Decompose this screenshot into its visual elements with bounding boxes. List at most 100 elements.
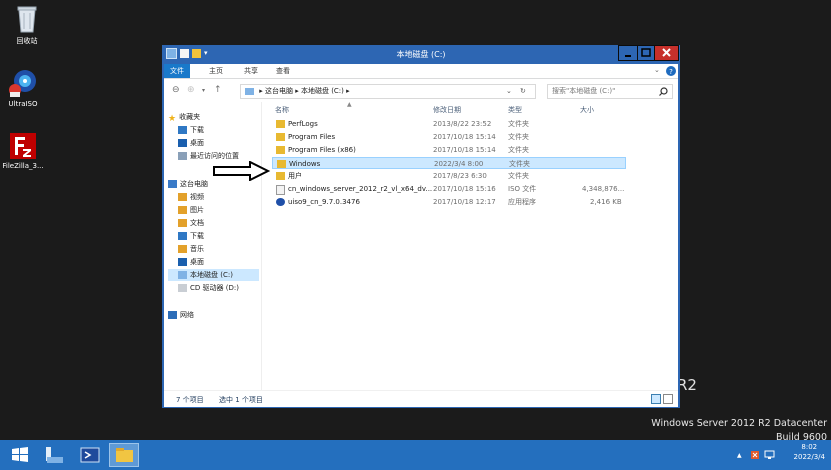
- recent-places-icon: [178, 152, 187, 160]
- taskbar-server-manager[interactable]: [38, 443, 68, 467]
- file-date: 2017/10/18 15:14: [433, 133, 496, 141]
- drive-icon: [178, 271, 187, 279]
- nav-downloads[interactable]: 下载: [178, 124, 204, 136]
- expand-ribbon-icon[interactable]: ⌄: [654, 66, 660, 74]
- file-name: Program Files: [288, 133, 336, 141]
- file-date: 2017/8/23 6:30: [433, 172, 487, 180]
- filezilla-icon: [10, 133, 36, 159]
- tab-home[interactable]: 主页: [209, 66, 223, 76]
- address-bar[interactable]: ▸ 这台电脑 ▸ 本地磁盘 (C:) ▸ ⌄ ↻: [240, 84, 536, 99]
- star-icon: ★: [168, 114, 177, 124]
- desktop-icon-label: 回收站: [16, 37, 38, 45]
- taskbar-powershell[interactable]: [75, 443, 105, 467]
- file-name: PerfLogs: [288, 120, 318, 128]
- folder-icon: [276, 133, 285, 141]
- breadcrumb-this-pc[interactable]: 这台电脑: [265, 87, 293, 95]
- disc-icon: [9, 70, 36, 97]
- nav-pictures[interactable]: 图片: [178, 204, 204, 216]
- tray-flag-icon[interactable]: [750, 450, 760, 460]
- explorer-window[interactable]: ▾ 本地磁盘 (C:) 文件 主页 共享 查看 ⌄ ? ⊖ ⊕ ▾ ↑ ▸ 这台…: [162, 45, 680, 408]
- desktop-icon-label: FileZilla_3...: [2, 162, 44, 170]
- downloads-icon: [178, 126, 187, 134]
- desktop-icon-recycle-bin[interactable]: 回收站: [0, 4, 54, 46]
- recycle-bin-icon: [17, 6, 37, 33]
- tray-overflow-icon[interactable]: ▲: [737, 452, 742, 459]
- title-bar[interactable]: ▾ 本地磁盘 (C:): [162, 45, 680, 64]
- back-icon[interactable]: ⊖: [172, 85, 180, 95]
- taskbar-clock[interactable]: 8:02 2022/3/4: [794, 442, 825, 462]
- tab-share[interactable]: 共享: [244, 66, 258, 76]
- powershell-icon: [80, 447, 100, 463]
- file-type: 文件夹: [508, 120, 529, 128]
- folder-icon: [277, 160, 286, 168]
- ultraiso-app-icon: [276, 198, 285, 206]
- selected-count: 选中 1 个项目: [219, 396, 263, 404]
- nav-this-pc[interactable]: 这台电脑: [168, 178, 208, 190]
- taskbar-file-explorer[interactable]: [109, 443, 139, 467]
- close-button[interactable]: [654, 45, 679, 61]
- file-row-selected[interactable]: Windows 2022/3/4 8:00 文件夹: [272, 157, 626, 169]
- details-view-icon[interactable]: [651, 394, 661, 404]
- start-button[interactable]: [5, 443, 35, 467]
- nav-favorites[interactable]: ★ 收藏夹: [168, 111, 200, 124]
- refresh-icon[interactable]: ↻: [520, 85, 526, 98]
- nav-cd-drive-d[interactable]: CD 驱动器 (D:): [178, 282, 239, 294]
- file-name: Windows: [289, 160, 321, 168]
- forward-icon[interactable]: ⊕: [187, 85, 195, 95]
- file-name: cn_windows_server_2012_r2_vl_x64_dv...: [288, 185, 433, 193]
- breadcrumb-drive-c[interactable]: 本地磁盘 (C:): [301, 87, 344, 95]
- tray-network-icon[interactable]: [764, 450, 775, 460]
- nav-desktop[interactable]: 桌面: [178, 137, 204, 149]
- branding-edition: Windows Server 2012 R2 Datacenter: [651, 418, 827, 429]
- desktop-icon-filezilla[interactable]: FileZilla_3...: [0, 132, 50, 170]
- minimize-button[interactable]: [618, 45, 638, 61]
- up-icon[interactable]: ↑: [214, 85, 222, 95]
- nav-documents[interactable]: 文档: [178, 217, 204, 229]
- nav-downloads-pc[interactable]: 下载: [178, 230, 204, 242]
- maximize-button[interactable]: [637, 45, 655, 61]
- nav-music[interactable]: 音乐: [178, 243, 204, 255]
- minimize-icon: [625, 55, 631, 57]
- file-date: 2017/10/18 15:14: [433, 146, 496, 154]
- column-header-type[interactable]: 类型: [508, 105, 522, 115]
- column-header-name[interactable]: 名称: [275, 105, 289, 115]
- drive-icon: [245, 87, 254, 95]
- tab-file[interactable]: 文件: [164, 64, 190, 78]
- column-header-date[interactable]: 修改日期: [433, 105, 461, 115]
- search-placeholder: 搜索"本地磁盘 (C:)": [552, 87, 616, 95]
- file-date: 2017/10/18 15:16: [433, 185, 496, 193]
- file-row[interactable]: 用户 2017/8/23 6:30 文件夹: [272, 170, 626, 182]
- videos-icon: [178, 193, 187, 201]
- file-row[interactable]: cn_windows_server_2012_r2_vl_x64_dv... 2…: [272, 183, 626, 195]
- network-icon: [168, 311, 177, 319]
- nav-videos[interactable]: 视频: [178, 191, 204, 203]
- close-icon: [662, 48, 671, 57]
- column-header-size[interactable]: 大小: [580, 105, 594, 115]
- address-dropdown-icon[interactable]: ⌄: [506, 85, 512, 98]
- file-type: 应用程序: [508, 198, 536, 206]
- computer-icon: [168, 180, 177, 188]
- taskbar: ▲ 8:02 2022/3/4: [0, 440, 831, 470]
- file-row[interactable]: Program Files (x86) 2017/10/18 15:14 文件夹: [272, 144, 626, 156]
- folder-icon: [276, 172, 285, 180]
- desktop-icon: [178, 258, 187, 266]
- nav-local-disk-c[interactable]: 本地磁盘 (C:): [168, 269, 259, 281]
- folder-icon: [276, 120, 285, 128]
- recent-locations-icon[interactable]: ▾: [202, 87, 205, 94]
- sort-arrow-icon: ▲: [347, 101, 352, 108]
- tab-view[interactable]: 查看: [276, 66, 290, 76]
- nav-network[interactable]: 网络: [168, 309, 194, 321]
- file-row[interactable]: Program Files 2017/10/18 15:14 文件夹: [272, 131, 626, 143]
- file-name: Program Files (x86): [288, 146, 356, 154]
- large-icons-view-icon[interactable]: [663, 394, 673, 404]
- help-icon[interactable]: ?: [666, 66, 676, 76]
- desktop-icon-ultraiso[interactable]: UltraISO: [0, 68, 50, 108]
- search-input[interactable]: 搜索"本地磁盘 (C:)": [547, 84, 673, 99]
- item-count: 7 个项目: [176, 396, 204, 404]
- file-type: ISO 文件: [508, 185, 537, 193]
- cd-drive-icon: [178, 284, 187, 292]
- file-row[interactable]: uiso9_cn_9.7.0.3476 2017/10/18 12:17 应用程…: [272, 196, 626, 208]
- file-row[interactable]: PerfLogs 2013/8/22 23:52 文件夹: [272, 118, 626, 130]
- documents-icon: [178, 219, 187, 227]
- nav-desktop-pc[interactable]: 桌面: [178, 256, 204, 268]
